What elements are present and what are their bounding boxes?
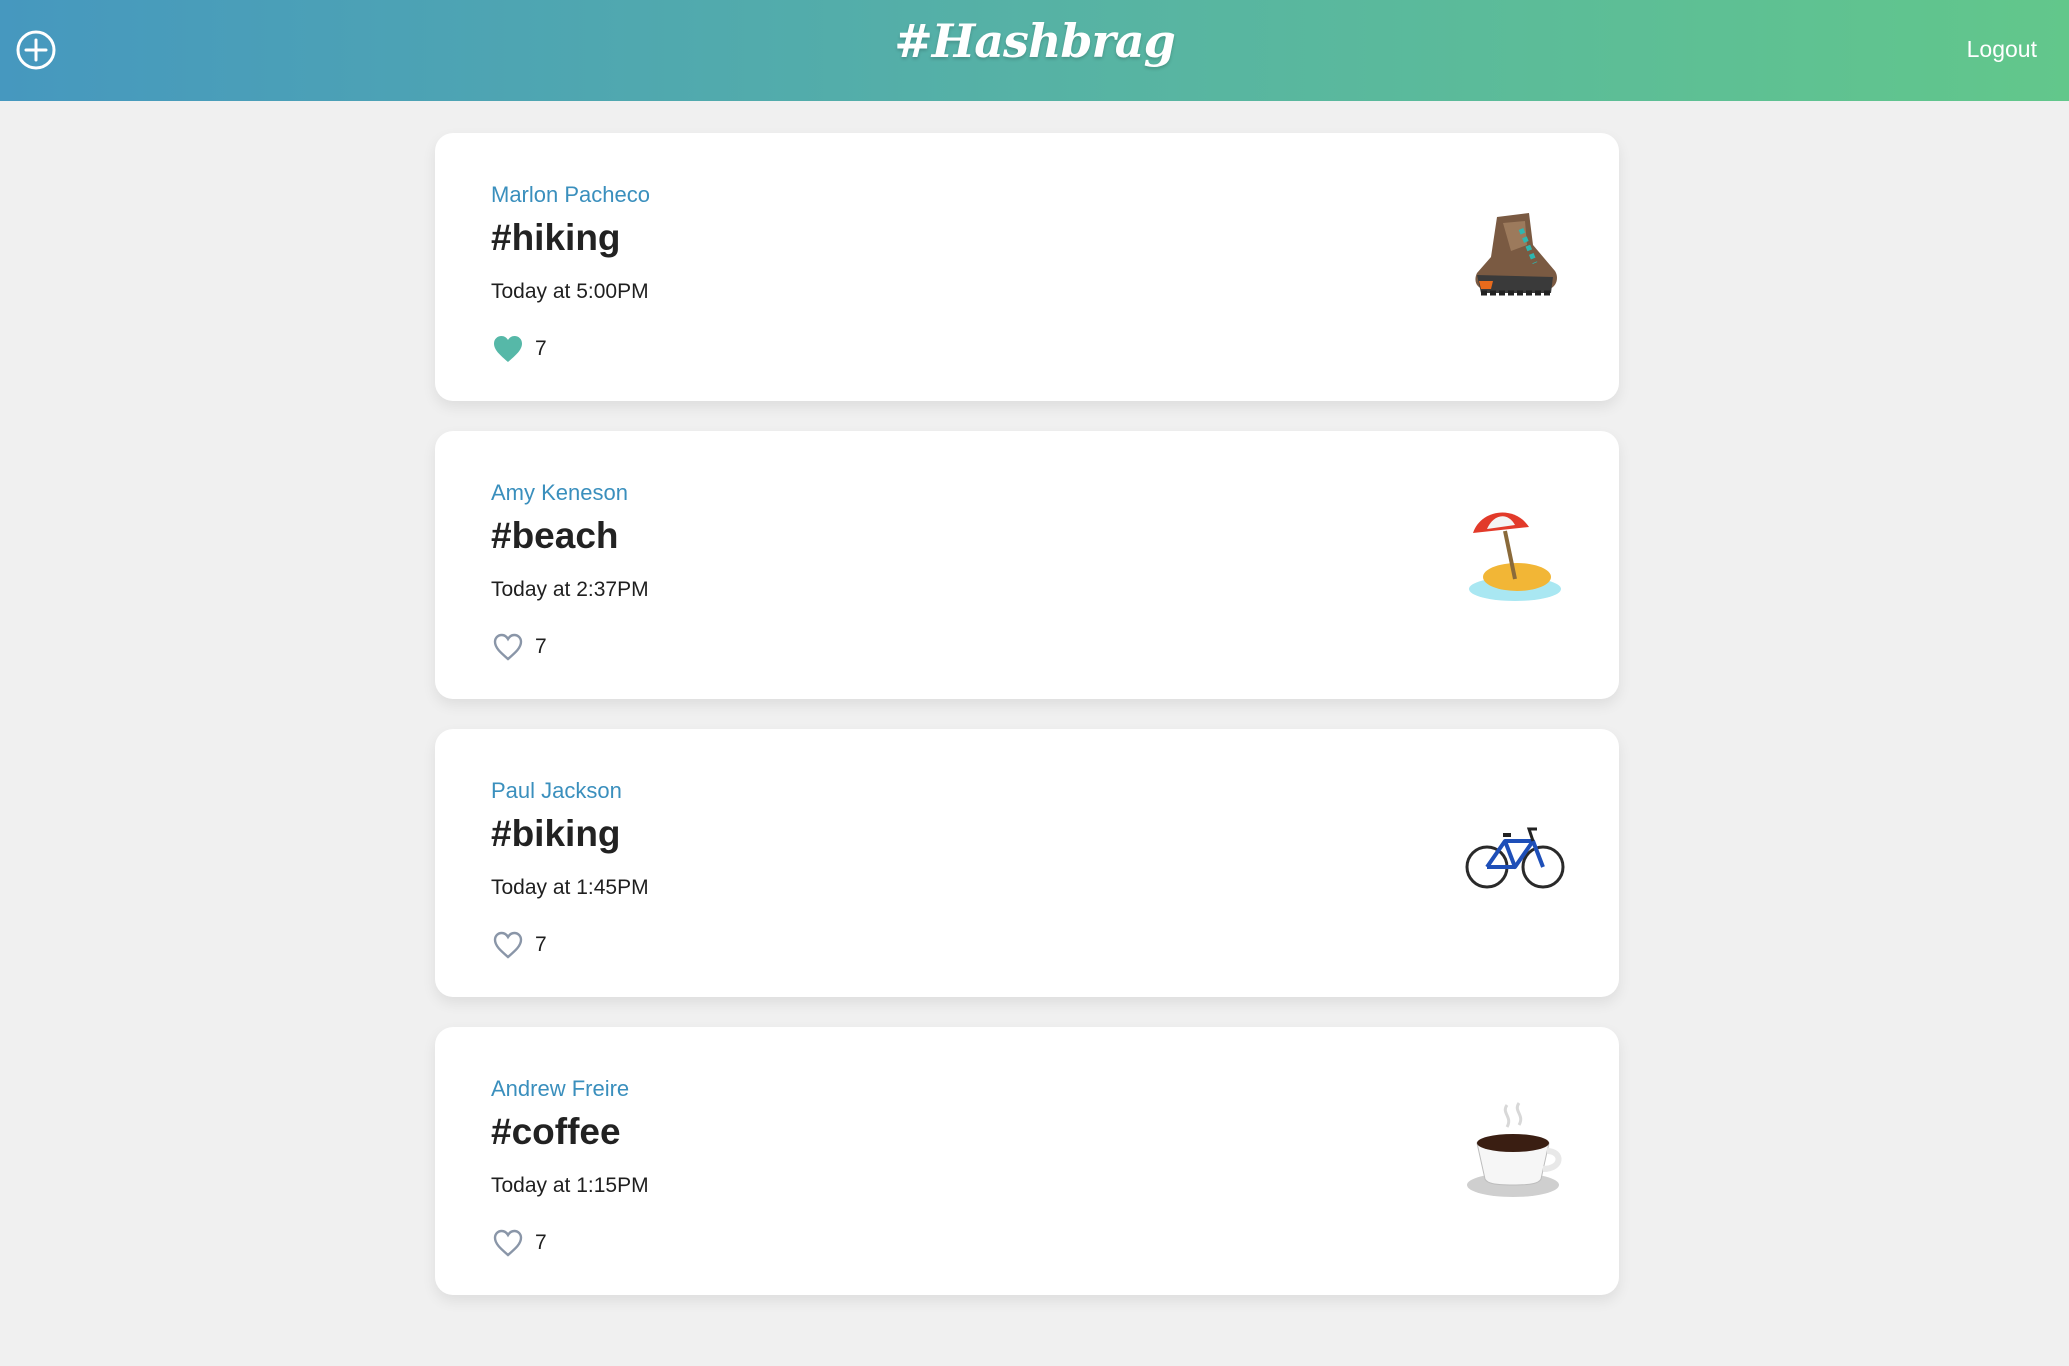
post-time: Today at 1:15PM — [491, 1174, 649, 1197]
heart-outline-icon — [493, 1229, 523, 1257]
post-author[interactable]: Paul Jackson — [491, 778, 622, 804]
post-emoji — [1463, 503, 1567, 607]
like-button[interactable]: 7 — [491, 929, 547, 961]
post-hashtag: #hiking — [491, 217, 621, 258]
heart-filled-icon — [494, 336, 522, 362]
beach-umbrella-icon — [1469, 512, 1561, 601]
post-time: Today at 1:45PM — [491, 876, 649, 899]
heart-outline-icon — [493, 931, 523, 959]
coffee-cup-icon — [1467, 1102, 1562, 1197]
bicycle-icon — [1465, 827, 1565, 889]
app-logo: #Hashbrag — [894, 14, 1176, 68]
post-author[interactable]: Amy Keneson — [491, 480, 628, 506]
post-card: Andrew Freire #coffee Today at 1:15PM 7 — [435, 1027, 1619, 1295]
hiking-boot-icon — [1475, 213, 1557, 296]
like-count: 7 — [535, 933, 547, 956]
heart-outline-icon — [493, 633, 523, 661]
like-count: 7 — [535, 1231, 547, 1254]
like-button[interactable]: 7 — [491, 1227, 547, 1259]
post-emoji — [1463, 1099, 1567, 1203]
post-hashtag: #beach — [491, 515, 619, 556]
post-author[interactable]: Andrew Freire — [491, 1076, 629, 1102]
post-hashtag: #biking — [491, 813, 621, 854]
like-button[interactable]: 7 — [491, 631, 547, 663]
like-count: 7 — [535, 635, 547, 658]
post-time: Today at 2:37PM — [491, 578, 649, 601]
top-bar: #Hashbrag Logout — [0, 0, 2069, 101]
post-author[interactable]: Marlon Pacheco — [491, 182, 650, 208]
post-emoji — [1463, 801, 1567, 905]
post-hashtag: #coffee — [491, 1111, 621, 1152]
post-card: Marlon Pacheco #hiking Today at 5:00PM 7 — [435, 133, 1619, 401]
post-card: Amy Keneson #beach Today at 2:37PM 7 — [435, 431, 1619, 699]
post-emoji — [1463, 205, 1567, 309]
post-card: Paul Jackson #biking Today at 1:45PM 7 — [435, 729, 1619, 997]
like-button[interactable]: 7 — [491, 333, 547, 365]
logout-button[interactable]: Logout — [1967, 36, 2037, 63]
post-feed: Marlon Pacheco #hiking Today at 5:00PM 7… — [435, 133, 1619, 1325]
like-count: 7 — [535, 337, 547, 360]
post-time: Today at 5:00PM — [491, 280, 649, 303]
